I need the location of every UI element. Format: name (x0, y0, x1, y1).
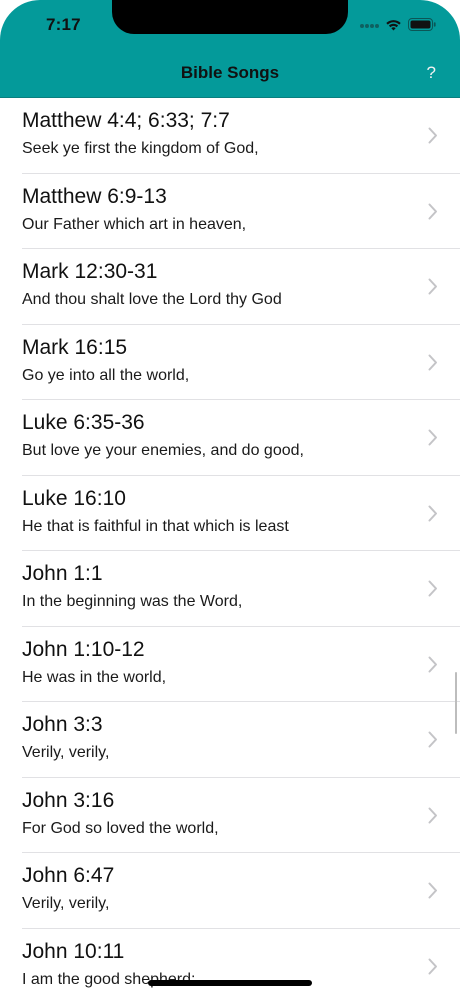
song-reference: Luke 16:10 (22, 486, 126, 510)
chevron-right-icon (428, 127, 437, 144)
song-reference: Mark 16:15 (22, 335, 128, 359)
chevron-right-icon (428, 354, 437, 370)
song-reference: John 6:47 (22, 864, 115, 887)
song-list: Matthew 4:4; 6:33; 7:7 Seek ye first the… (0, 98, 460, 996)
home-indicator[interactable] (148, 980, 312, 986)
song-snippet: Go ye into all the world, (22, 366, 190, 384)
song-reference: John 1:10-12 (22, 637, 145, 661)
list-item[interactable]: Matthew 6:9-13 Our Father which art in h… (0, 174, 460, 249)
chevron-right-icon (428, 429, 437, 446)
song-snippet: For God so loved the world, (22, 819, 219, 837)
song-reference: Matthew 6:9-13 (22, 184, 167, 208)
list-item[interactable]: John 3:3 Verily, verily, (0, 702, 460, 778)
notch (112, 0, 348, 34)
battery-icon (408, 17, 436, 31)
song-reference: John 1:1 (22, 562, 103, 585)
song-snippet: Verily, verily, (22, 744, 110, 761)
list-item[interactable]: Matthew 4:4; 6:33; 7:7 Seek ye first the… (0, 98, 460, 174)
list-item[interactable]: Luke 16:10 He that is faithful in that w… (0, 476, 460, 551)
chevron-right-icon (428, 807, 437, 823)
header: 7:17 Bible Songs ? (0, 0, 460, 98)
status-icons (360, 14, 436, 34)
list-item[interactable]: John 3:16 For God so loved the world, (0, 778, 460, 853)
song-snippet: But love ye your enemies, and do good, (22, 442, 304, 459)
chevron-right-icon (428, 731, 437, 748)
song-snippet: Our Father which art in heaven, (22, 215, 247, 233)
status-time: 7:17 (46, 15, 81, 34)
list-item[interactable]: Mark 16:15 Go ye into all the world, (0, 325, 460, 400)
chevron-right-icon (428, 958, 437, 974)
page-title: Bible Songs (180, 63, 280, 82)
song-snippet: In the beginning was the Word, (22, 593, 243, 610)
scroll-indicator[interactable] (455, 672, 457, 734)
song-snippet: Verily, verily, (22, 895, 110, 912)
wifi-icon (386, 19, 401, 30)
song-reference: Matthew 4:4; 6:33; 7:7 (22, 109, 230, 132)
chevron-right-icon (428, 580, 437, 597)
song-snippet: He was in the world, (22, 668, 167, 686)
list-item[interactable]: Luke 6:35-36 But love ye your enemies, a… (0, 400, 460, 476)
song-reference: John 3:16 (22, 788, 115, 812)
song-reference: John 3:3 (22, 713, 103, 736)
chevron-right-icon (428, 882, 437, 899)
chevron-right-icon (428, 656, 437, 672)
screen: 7:17 Bible Songs ? Matthew 4:4; 6:33; 7:… (0, 0, 460, 996)
list-item[interactable]: John 1:10-12 He was in the world, (0, 627, 460, 702)
list-item[interactable]: John 1:1 In the beginning was the Word, (0, 551, 460, 627)
list-item[interactable]: John 6:47 Verily, verily, (0, 853, 460, 929)
chevron-right-icon (428, 203, 437, 219)
song-snippet: Seek ye first the kingdom of God, (22, 140, 259, 157)
song-reference: Mark 12:30-31 (22, 260, 158, 283)
song-reference: Luke 6:35-36 (22, 411, 145, 434)
list-item[interactable]: Mark 12:30-31 And thou shalt love the Lo… (0, 249, 460, 325)
chevron-right-icon (428, 278, 437, 295)
song-snippet: He that is faithful in that which is lea… (22, 517, 289, 535)
song-snippet: And thou shalt love the Lord thy God (22, 291, 282, 308)
signal-icon (360, 24, 379, 28)
help-button[interactable]: ? (427, 63, 436, 83)
chevron-right-icon (428, 505, 437, 521)
song-reference: John 10:11 (22, 939, 125, 963)
